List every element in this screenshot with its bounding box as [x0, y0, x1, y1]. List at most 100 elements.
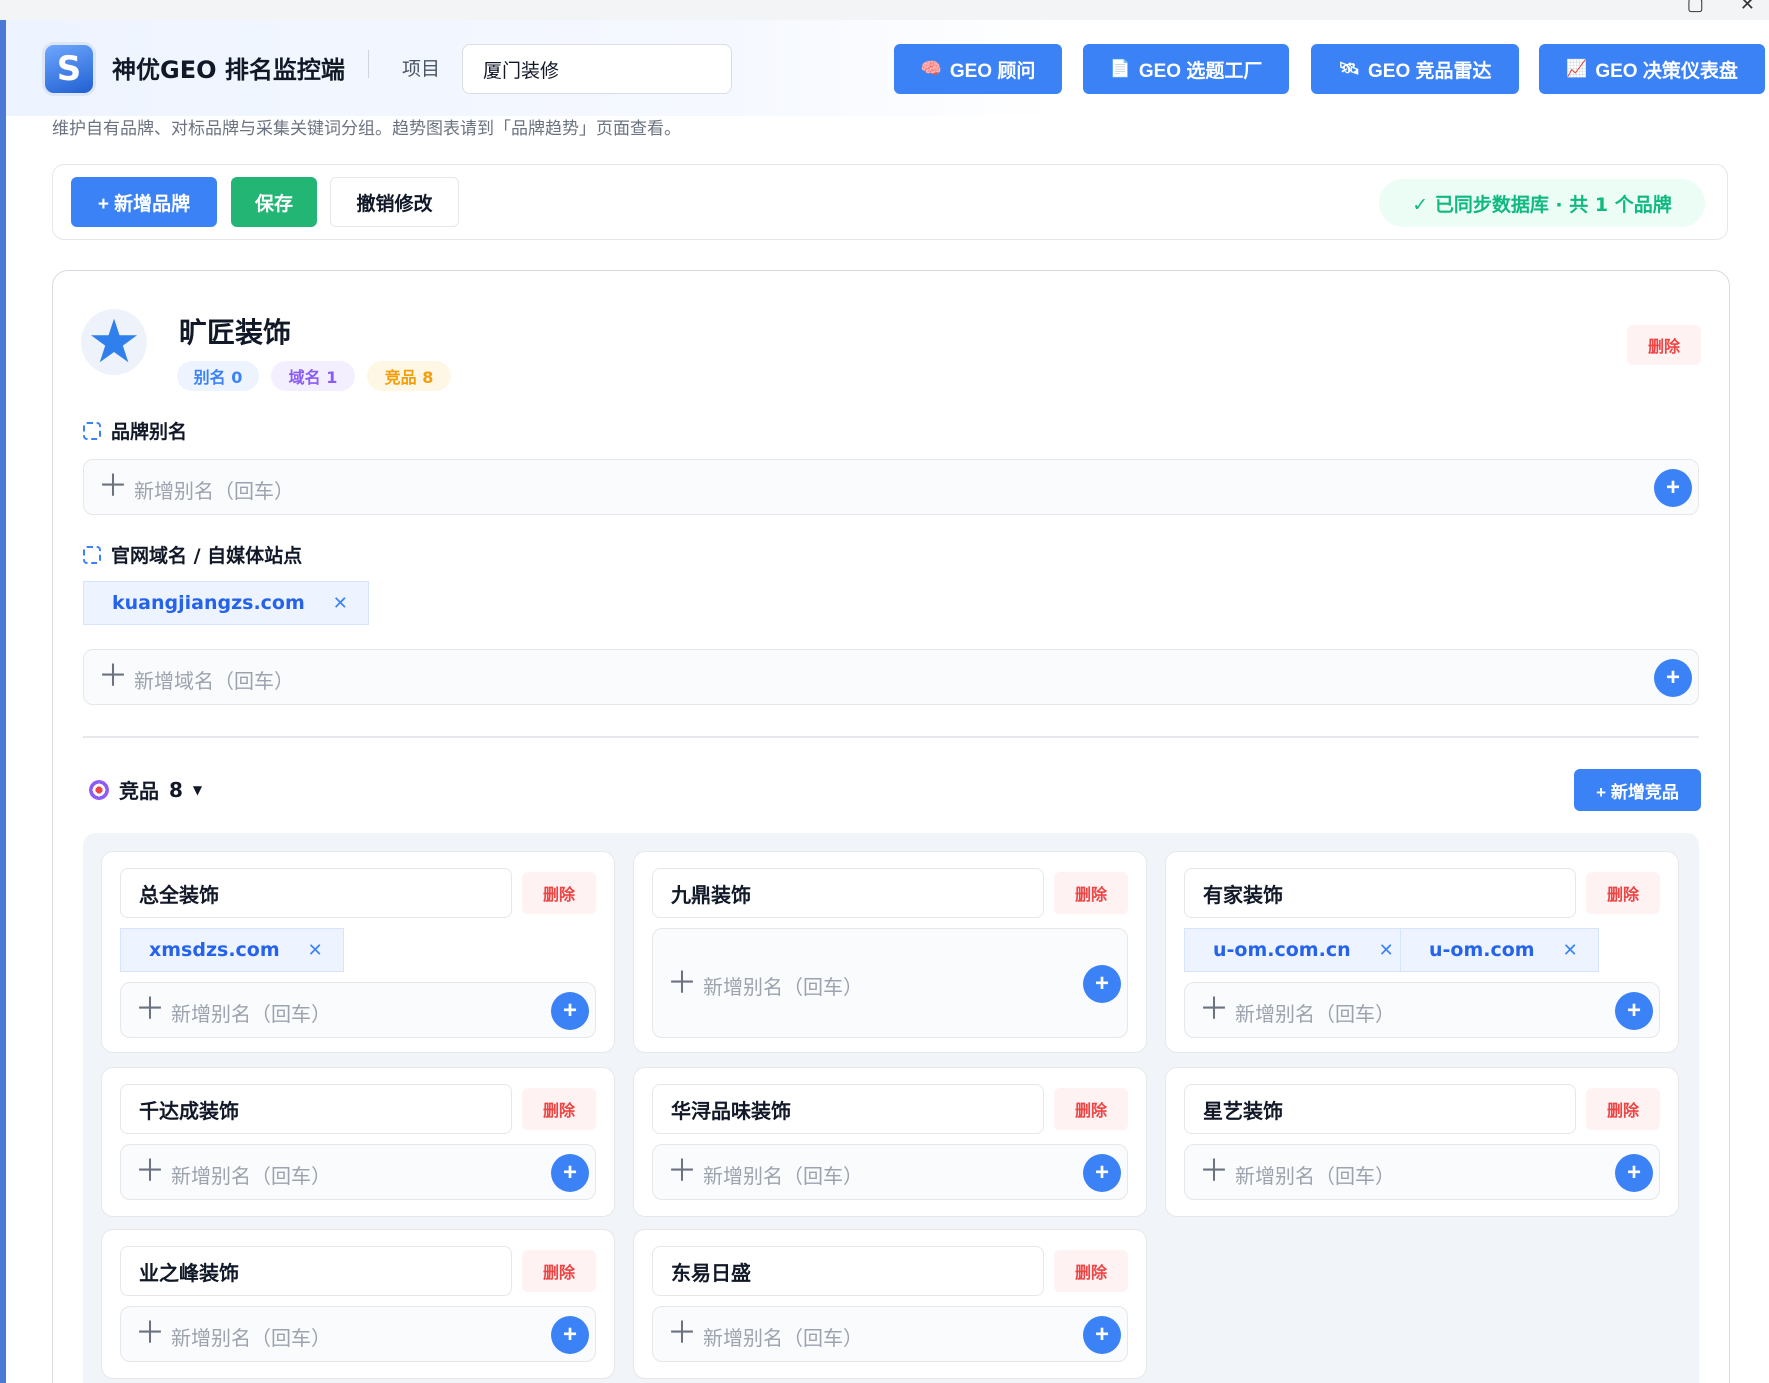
competitor-alias-input[interactable]: 新增别名（回车）	[1235, 1160, 1395, 1189]
header-divider	[368, 50, 369, 78]
add-competitor-alias-button[interactable]: +	[551, 992, 589, 1030]
plus-icon: ＋	[135, 992, 165, 1027]
plus-icon: ＋	[1199, 1154, 1229, 1189]
competitor-add-row: ＋ 新增别名（回车） +	[120, 982, 596, 1038]
plus-icon: ＋	[1199, 992, 1229, 1027]
competitor-name-input[interactable]: 九鼎装饰	[652, 868, 1044, 918]
document-icon: 📄	[1109, 59, 1131, 78]
delete-competitor-button[interactable]: 删除	[1054, 1088, 1128, 1130]
add-competitor-alias-button[interactable]: +	[1615, 992, 1653, 1030]
plus-icon: ＋	[98, 469, 128, 504]
nav-topic-factory-button[interactable]: 📄 GEO 选题工厂	[1083, 44, 1289, 94]
nav-dashboard-button[interactable]: 📈 GEO 决策仪表盘	[1539, 44, 1765, 94]
plus-icon: ＋	[98, 659, 128, 694]
competitor-alias-input[interactable]: 新增别名（回车）	[1235, 998, 1395, 1027]
domain-tag-label: kuangjiangzs.com	[112, 592, 305, 614]
star-icon: ★	[81, 309, 147, 375]
nav-label: GEO 顾问	[949, 60, 1036, 82]
competitor-add-row: ＋ 新增别名（回车） +	[1184, 982, 1660, 1038]
satellite-icon: 🛰	[1338, 59, 1361, 78]
remove-tag-icon[interactable]: ✕	[1563, 940, 1578, 961]
domain-tag: kuangjiangzs.com ✕	[83, 581, 369, 625]
caret-down-icon[interactable]: ▼	[193, 783, 202, 797]
competitor-name-input[interactable]: 星艺装饰	[1184, 1084, 1576, 1134]
nav-label: GEO 竞品雷达	[1368, 60, 1492, 82]
brand-toolbar: + 新增品牌 保存 撤销修改 ✓ 已同步数据库 · 共 1 个品牌	[52, 164, 1728, 240]
competitors-header[interactable]: 竞品 8 ▼	[89, 775, 202, 804]
window-controls: ▢ ✕	[1687, 0, 1755, 15]
plus-icon: ＋	[135, 1316, 165, 1351]
competitor-tag-label: u-om.com	[1429, 939, 1535, 961]
project-label: 项目	[402, 58, 441, 80]
nav-competitor-radar-button[interactable]: 🛰 GEO 竞品雷达	[1311, 44, 1519, 94]
alias-add-row: ＋ 新增别名（回车） +	[83, 459, 1699, 515]
competitor-add-row: ＋ 新增别名（回车） +	[120, 1144, 596, 1200]
plus-icon: ＋	[135, 1154, 165, 1189]
window-titlebar: ▢ ✕	[0, 0, 1769, 20]
competitor-name-input[interactable]: 华浔品味装饰	[652, 1084, 1044, 1134]
competitors-count: 8	[169, 777, 183, 802]
domain-input[interactable]: 新增域名（回车）	[134, 665, 294, 694]
remove-tag-icon[interactable]: ✕	[333, 593, 348, 614]
competitor-alias-input[interactable]: 新增别名（回车）	[703, 971, 863, 1000]
competitor-name-input[interactable]: 东易日盛	[652, 1246, 1044, 1296]
add-brand-button[interactable]: + 新增品牌	[71, 177, 217, 227]
add-competitor-alias-button[interactable]: +	[1615, 1154, 1653, 1192]
competitor-alias-input[interactable]: 新增别名（回车）	[703, 1160, 863, 1189]
delete-competitor-button[interactable]: 删除	[1054, 1250, 1128, 1292]
competitor-alias-input[interactable]: 新增别名（回车）	[171, 1160, 331, 1189]
competitor-card: 千达成装饰 删除 ＋ 新增别名（回车） +	[101, 1067, 615, 1217]
competitor-count-pill: 竞品 8	[367, 361, 451, 391]
domain-section-label: 官网域名 / 自媒体站点	[111, 545, 303, 567]
competitor-tag: u-om.com ✕	[1400, 928, 1599, 972]
alias-input[interactable]: 新增别名（回车）	[134, 475, 294, 504]
domain-section-title: 官网域名 / 自媒体站点	[83, 541, 302, 568]
competitor-add-row: ＋ 新增别名（回车） +	[652, 928, 1128, 1038]
add-competitor-alias-button[interactable]: +	[551, 1316, 589, 1354]
app-header: S 神优GEO 排名监控端 项目 🧠 GEO 顾问 📄 GEO 选题工厂 🛰 G…	[6, 20, 1769, 116]
competitor-name-input[interactable]: 有家装饰	[1184, 868, 1576, 918]
plus-icon: ＋	[667, 966, 697, 1001]
brand-card: ★ 旷匠装饰 别名 0 域名 1 竞品 8 删除 品牌别名 ＋ 新增别名（回车）…	[52, 270, 1730, 1383]
section-divider	[83, 736, 1699, 738]
save-button[interactable]: 保存	[231, 177, 317, 227]
add-alias-button[interactable]: +	[1654, 469, 1692, 507]
delete-brand-button[interactable]: 删除	[1627, 325, 1701, 365]
competitor-card: 业之峰装饰 删除 ＋ 新增别名（回车） +	[101, 1229, 615, 1379]
competitor-alias-input[interactable]: 新增别名（回车）	[171, 998, 331, 1027]
delete-competitor-button[interactable]: 删除	[522, 1250, 596, 1292]
remove-tag-icon[interactable]: ✕	[1379, 940, 1394, 961]
minimize-icon[interactable]: ▢	[1687, 0, 1704, 15]
alias-section-label: 品牌别名	[111, 421, 188, 443]
add-competitor-button[interactable]: + 新增竞品	[1574, 769, 1701, 811]
close-icon[interactable]: ✕	[1740, 0, 1755, 15]
add-competitor-alias-button[interactable]: +	[1083, 1316, 1121, 1354]
competitor-tag: xmsdzs.com ✕	[120, 928, 344, 972]
nav-geo-advisor-button[interactable]: 🧠 GEO 顾问	[894, 44, 1062, 94]
add-competitor-alias-button[interactable]: +	[1083, 965, 1121, 1003]
competitor-tag-label: u-om.com.cn	[1213, 939, 1351, 961]
delete-competitor-button[interactable]: 删除	[522, 872, 596, 914]
competitor-name-input[interactable]: 总全装饰	[120, 868, 512, 918]
plus-icon: ＋	[667, 1154, 697, 1189]
competitor-alias-input[interactable]: 新增别名（回车）	[703, 1322, 863, 1351]
competitor-add-row: ＋ 新增别名（回车） +	[120, 1306, 596, 1362]
competitor-alias-input[interactable]: 新增别名（回车）	[171, 1322, 331, 1351]
remove-tag-icon[interactable]: ✕	[308, 940, 323, 961]
competitor-name-input[interactable]: 业之峰装饰	[120, 1246, 512, 1296]
delete-competitor-button[interactable]: 删除	[1586, 872, 1660, 914]
competitor-card: 总全装饰 删除 xmsdzs.com ✕ ＋ 新增别名（回车） +	[101, 851, 615, 1053]
delete-competitor-button[interactable]: 删除	[1054, 872, 1128, 914]
delete-competitor-button[interactable]: 删除	[1586, 1088, 1660, 1130]
delete-competitor-button[interactable]: 删除	[522, 1088, 596, 1130]
project-input[interactable]	[462, 44, 732, 94]
competitor-add-row: ＋ 新增别名（回车） +	[1184, 1144, 1660, 1200]
add-domain-button[interactable]: +	[1654, 659, 1692, 697]
competitor-tag-label: xmsdzs.com	[149, 939, 280, 961]
undo-changes-button[interactable]: 撤销修改	[330, 177, 459, 227]
add-competitor-alias-button[interactable]: +	[551, 1154, 589, 1192]
domain-add-row: ＋ 新增域名（回车） +	[83, 649, 1699, 705]
competitor-name-input[interactable]: 千达成装饰	[120, 1084, 512, 1134]
page-subtitle: 维护自有品牌、对标品牌与采集关键词分组。趋势图表请到「品牌趋势」页面查看。	[52, 119, 681, 139]
add-competitor-alias-button[interactable]: +	[1083, 1154, 1121, 1192]
